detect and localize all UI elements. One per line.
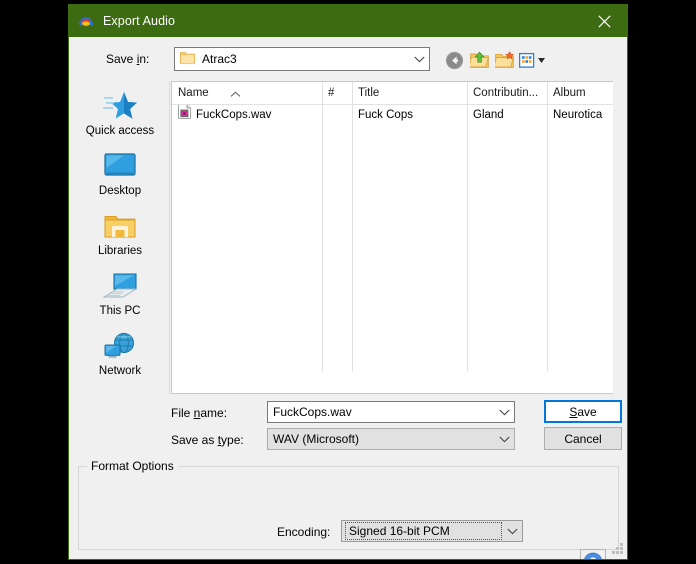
chevron-down-icon[interactable] [502,521,522,541]
create-new-folder-button[interactable] [493,49,515,71]
sidebar-item-network[interactable]: Network [70,329,170,389]
save-in-combobox[interactable]: Atrac3 [174,47,430,71]
save-as-type-value: WAV (Microsoft) [273,432,359,446]
column-header-title[interactable]: Title [352,82,467,104]
places-sidebar: Quick access Desktop Libraries This PC N… [70,81,170,394]
cell-contributing-artists: Gland [473,109,504,121]
save-in-row: Save in: Atrac3 [69,47,627,73]
chevron-down-icon[interactable] [494,429,514,449]
sidebar-item-quick-access[interactable]: Quick access [70,89,170,149]
sidebar-item-label: Libraries [97,245,143,257]
dialog-body: Save in: Atrac3 Quick access Desktop Lib… [69,37,627,559]
save-as-type-label: Save as type: [171,433,244,447]
audacity-headphones-icon [78,13,94,29]
file-list-rows: FuckCops.wav Fuck Cops Gland Neurotica [172,105,613,125]
chevron-down-icon[interactable] [409,48,429,70]
svg-text:?: ? [589,556,597,560]
libraries-folder-icon [104,209,136,243]
sidebar-item-label: Network [98,365,142,377]
encoding-label: Encoding: [277,525,331,539]
encoding-combobox[interactable]: Signed 16-bit PCM [341,520,523,542]
encoding-value: Signed 16-bit PCM [345,522,502,540]
sidebar-item-desktop[interactable]: Desktop [70,149,170,209]
media-file-icon [178,105,191,125]
resize-grip[interactable] [611,543,624,556]
sidebar-item-label: This PC [99,305,141,317]
column-header-contributing-artists[interactable]: Contributin... [467,82,547,104]
dialog-title: Export Audio [103,14,176,28]
up-one-level-button[interactable] [468,49,490,71]
file-list[interactable]: Name # Title Contributin... Album FuckCo… [171,81,613,394]
cell-name: FuckCops.wav [172,105,322,125]
column-header-number[interactable]: # [322,82,352,104]
column-divider[interactable] [467,82,468,372]
quick-access-star-icon [103,89,137,123]
file-name-input[interactable]: FuckCops.wav [267,401,515,423]
dialog-titlebar: Export Audio [69,5,627,37]
column-header-album[interactable]: Album [547,82,613,104]
sidebar-item-this-pc[interactable]: This PC [70,269,170,329]
back-button[interactable] [443,49,465,71]
cell-number [322,105,352,125]
save-button[interactable]: Save [544,400,622,423]
close-icon[interactable] [582,5,627,37]
column-divider[interactable] [322,82,323,372]
sort-ascending-icon [230,84,241,104]
sidebar-item-label: Quick access [85,125,155,137]
file-name-label: File name: [171,406,228,420]
chevron-down-icon[interactable] [494,402,514,422]
desktop-monitor-icon [104,149,136,183]
cancel-button-label: Cancel [564,431,602,446]
sidebar-item-libraries[interactable]: Libraries [70,209,170,269]
table-row[interactable]: FuckCops.wav Fuck Cops Gland Neurotica [172,105,613,125]
export-audio-dialog: Export Audio Save in: Atrac3 Quick acces… [68,4,628,560]
save-as-type-combobox[interactable]: WAV (Microsoft) [267,428,515,450]
save-button-label: Save [569,404,597,419]
sidebar-item-label: Desktop [98,185,142,197]
cell-title: Fuck Cops [358,109,413,121]
column-header-name[interactable]: Name [172,82,322,104]
help-button[interactable]: ? [580,549,606,560]
column-divider[interactable] [547,82,548,372]
cell-name-text: FuckCops.wav [196,109,272,121]
format-options-legend: Format Options [87,459,178,473]
this-pc-computer-icon [103,269,137,303]
network-globe-icon [103,329,137,363]
cancel-button[interactable]: Cancel [544,427,622,450]
folder-icon [180,51,195,67]
column-divider[interactable] [352,82,353,372]
save-in-value: Atrac3 [202,52,237,66]
file-name-value: FuckCops.wav [273,405,352,419]
views-button[interactable] [518,49,550,71]
cell-album: Neurotica [553,109,603,121]
save-in-label: Save in: [106,52,150,66]
